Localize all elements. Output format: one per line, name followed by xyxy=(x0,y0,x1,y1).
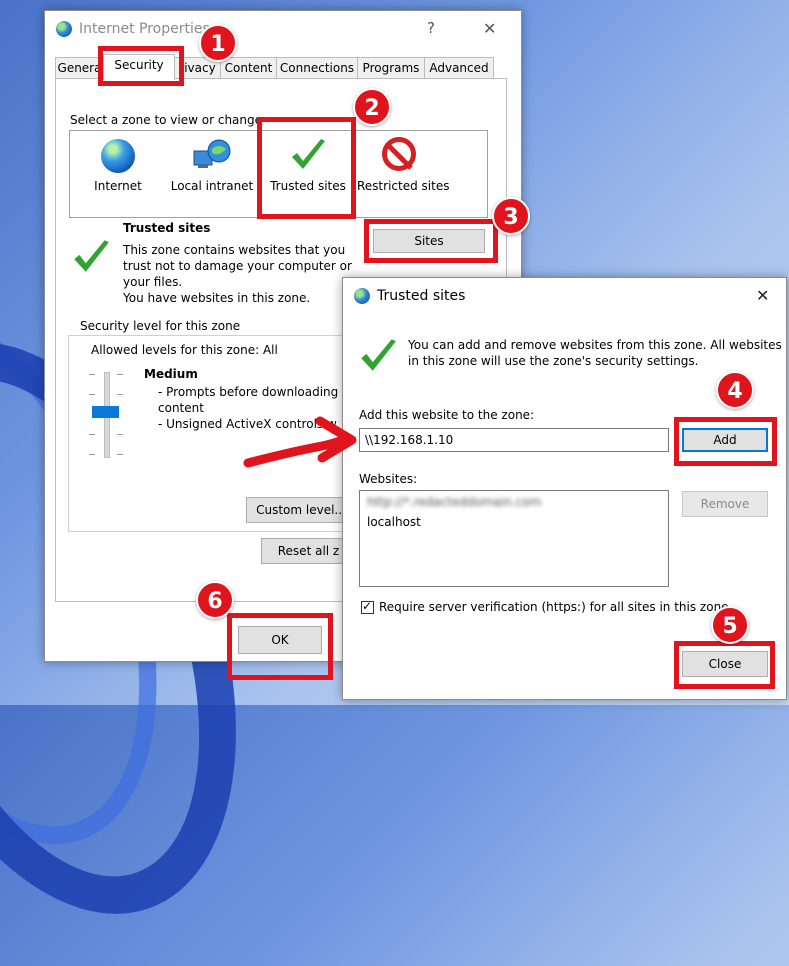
zone-desc-line: You have websites in this zone. xyxy=(123,291,311,305)
tab-content[interactable]: Content xyxy=(220,57,277,79)
level-desc-line: - Prompts before downloading p xyxy=(158,385,350,399)
custom-level-button[interactable]: Custom level... xyxy=(246,497,356,523)
step-badge: 5 xyxy=(711,606,749,644)
slider-tick xyxy=(89,394,95,395)
zone-check-icon xyxy=(74,240,109,272)
title-bar: Internet Properties ? ✕ xyxy=(45,11,521,45)
websites-label: Websites: xyxy=(359,472,418,486)
ie-globe-icon xyxy=(56,21,72,37)
slider-tick xyxy=(117,394,123,395)
highlight-add-button xyxy=(674,417,777,466)
help-button[interactable]: ? xyxy=(427,19,435,37)
tab-security[interactable]: Security xyxy=(103,54,175,80)
level-desc-line: - Unsigned ActiveX controls w xyxy=(158,417,337,431)
level-name: Medium xyxy=(144,367,198,381)
close-button[interactable]: ✕ xyxy=(756,286,769,305)
info-text-line: You can add and remove websites from thi… xyxy=(408,338,782,352)
zone-desc-line: your files. xyxy=(123,275,183,289)
step-badge: 2 xyxy=(353,88,391,126)
add-website-input[interactable]: \\192.168.1.10 xyxy=(359,428,669,452)
globe-icon xyxy=(101,139,135,173)
require-https-label: Require server verification (https:) for… xyxy=(379,600,729,614)
step-badge: 4 xyxy=(716,371,754,409)
highlight-ok-button xyxy=(227,613,333,680)
level-desc-line: content xyxy=(158,401,204,415)
security-slider-thumb[interactable] xyxy=(92,406,119,418)
tab-general[interactable]: Genera xyxy=(55,57,104,79)
list-item[interactable]: localhost xyxy=(367,515,421,529)
info-text-line: in this zone will use the zone's securit… xyxy=(408,354,699,368)
tab-advanced[interactable]: Advanced xyxy=(424,57,494,79)
slider-tick xyxy=(117,374,123,375)
highlight-close-button xyxy=(674,641,775,689)
slider-tick xyxy=(89,374,95,375)
slider-tick xyxy=(89,434,95,435)
remove-button[interactable]: Remove xyxy=(682,491,768,517)
window-title: Internet Properties xyxy=(79,21,210,37)
tab-connections[interactable]: Connections xyxy=(276,57,358,79)
websites-list[interactable]: http://*.redacteddomain.com localhost xyxy=(359,490,669,587)
info-check-icon xyxy=(361,339,396,371)
dialog-title: Trusted sites xyxy=(377,288,466,304)
tab-programs[interactable]: Programs xyxy=(357,57,425,79)
add-website-label: Add this website to the zone: xyxy=(359,408,535,422)
network-globe-icon xyxy=(193,139,231,168)
zone-desc-line: This zone contains websites that you xyxy=(123,243,346,257)
zone-prompt: Select a zone to view or change xyxy=(70,113,263,127)
step-badge: 1 xyxy=(199,24,237,62)
highlight-trusted-sites xyxy=(257,117,356,219)
zone-title: Trusted sites xyxy=(123,221,211,235)
zone-desc-line: trust not to damage your computer or xyxy=(123,259,352,273)
security-level-label: Security level for this zone xyxy=(78,319,243,333)
step-badge: 3 xyxy=(492,197,530,235)
list-item[interactable]: http://*.redacteddomain.com xyxy=(367,495,541,509)
slider-tick xyxy=(89,454,95,455)
close-button[interactable]: ✕ xyxy=(483,19,496,38)
ie-globe-icon xyxy=(354,288,370,304)
allowed-levels: Allowed levels for this zone: All xyxy=(91,343,278,357)
require-https-checkbox[interactable] xyxy=(361,599,374,614)
highlight-sites-button xyxy=(364,219,498,263)
restricted-icon xyxy=(382,137,416,171)
slider-tick xyxy=(117,434,123,435)
slider-tick xyxy=(117,454,123,455)
step-badge: 6 xyxy=(196,581,234,619)
